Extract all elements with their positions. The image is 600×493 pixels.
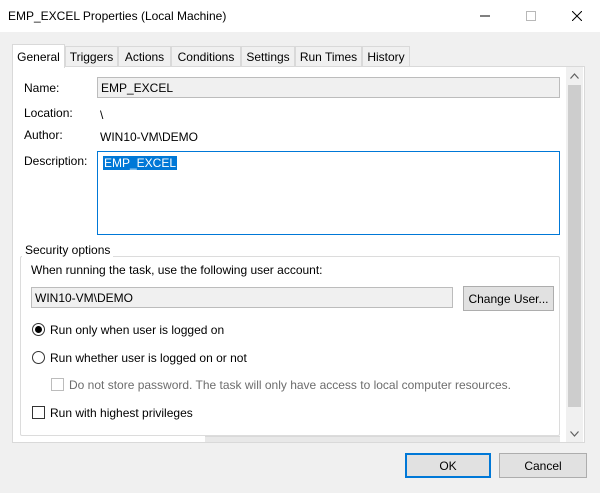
description-label: Description: xyxy=(24,154,88,168)
ok-button[interactable]: OK xyxy=(405,453,491,478)
maximize-button xyxy=(508,0,554,32)
description-selected-text: EMP_EXCEL xyxy=(103,156,178,170)
tab-triggers[interactable]: Triggers xyxy=(65,46,118,67)
author-value: WIN10-VM\DEMO xyxy=(100,130,199,144)
name-field[interactable]: EMP_EXCEL xyxy=(97,77,560,98)
do-not-store-password-label: Do not store password. The task will onl… xyxy=(69,378,511,392)
do-not-store-password-checkbox xyxy=(51,378,64,391)
author-label: Author: xyxy=(24,128,63,142)
chevron-down-icon xyxy=(570,430,579,437)
radio-selected-dot xyxy=(35,326,42,333)
change-user-button[interactable]: Change User... xyxy=(463,286,554,311)
radio-run-whether-logged-on-label[interactable]: Run whether user is logged on or not xyxy=(50,351,247,365)
highest-privileges-label[interactable]: Run with highest privileges xyxy=(50,406,193,420)
account-prompt: When running the task, use the following… xyxy=(31,263,323,277)
tab-actions[interactable]: Actions xyxy=(118,46,171,67)
tab-general[interactable]: General xyxy=(12,44,65,68)
title-bar: EMP_EXCEL Properties (Local Machine) xyxy=(0,0,600,32)
general-panel: Name: EMP_EXCEL Location: \ Author: WIN1… xyxy=(12,66,585,443)
name-label: Name: xyxy=(24,81,60,95)
location-value: \ xyxy=(100,108,104,122)
tab-settings[interactable]: Settings xyxy=(241,46,295,67)
security-options-title: Security options xyxy=(22,243,114,257)
cancel-button[interactable]: Cancel xyxy=(499,453,587,478)
maximize-icon xyxy=(526,11,536,21)
horizontal-scrollbar[interactable] xyxy=(205,436,560,442)
tab-history[interactable]: History xyxy=(362,46,410,67)
scroll-down-button[interactable] xyxy=(566,425,583,442)
radio-run-logged-on-label[interactable]: Run only when user is logged on xyxy=(50,323,224,337)
highest-privileges-checkbox[interactable] xyxy=(32,406,45,419)
radio-run-whether-logged-on[interactable] xyxy=(32,351,45,364)
description-textarea[interactable]: EMP_EXCEL xyxy=(97,151,560,235)
location-label: Location: xyxy=(24,106,73,120)
vertical-scroll-thumb[interactable] xyxy=(568,85,581,407)
tab-run-times[interactable]: Run Times xyxy=(295,46,362,67)
minimize-button[interactable] xyxy=(462,0,508,32)
radio-run-logged-on[interactable] xyxy=(32,323,45,336)
close-icon xyxy=(572,11,582,21)
close-button[interactable] xyxy=(554,0,600,32)
window-title: EMP_EXCEL Properties (Local Machine) xyxy=(8,9,227,23)
minimize-icon xyxy=(480,15,490,17)
vertical-scrollbar[interactable] xyxy=(566,67,583,442)
chevron-up-icon xyxy=(570,72,579,79)
scroll-up-button[interactable] xyxy=(566,67,583,84)
tab-conditions[interactable]: Conditions xyxy=(171,46,241,67)
user-account-field[interactable]: WIN10-VM\DEMO xyxy=(31,287,453,308)
